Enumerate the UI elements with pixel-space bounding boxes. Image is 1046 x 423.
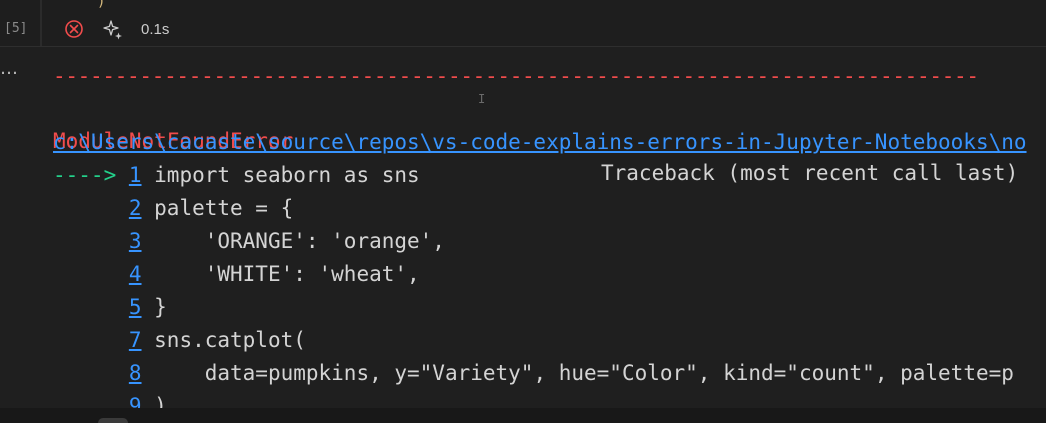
scrollbar-thumb[interactable] xyxy=(98,418,128,423)
code-text: 'ORANGE': 'orange', xyxy=(141,229,445,253)
line-number-link[interactable]: 7 xyxy=(129,328,142,352)
execution-count: [5] xyxy=(4,21,28,36)
code-text: sns.catplot( xyxy=(141,328,306,352)
line-number-link[interactable]: 5 xyxy=(129,295,142,319)
notebook-output-view: ) [5] 0.1s … I -------------------------… xyxy=(0,0,1046,423)
code-text: import seaborn as sns xyxy=(141,163,420,187)
code-line: 5 } xyxy=(53,291,167,323)
code-text: 'WHITE': 'wheat', xyxy=(141,262,420,286)
line-number-link[interactable]: 8 xyxy=(129,361,142,385)
error-circle-icon[interactable] xyxy=(64,19,84,39)
error-arrow: ----> xyxy=(53,163,129,187)
error-header: ModuleNotFoundError Traceback (most rece… xyxy=(53,93,1018,185)
cell-status-bar: ) [5] 0.1s xyxy=(0,0,1046,46)
source-file-link[interactable]: c:\Users\cacaste\source\repos\vs-code-ex… xyxy=(53,126,1027,158)
cell-gutter xyxy=(40,0,42,46)
line-number-link[interactable]: 3 xyxy=(129,229,142,253)
line-number-link[interactable]: 2 xyxy=(129,196,142,220)
error-output: ----------------------------------------… xyxy=(53,60,1046,418)
cell-divider xyxy=(0,46,1046,47)
code-line: ----> 1 import seaborn as sns xyxy=(53,159,420,191)
code-line: 3 'ORANGE': 'orange', xyxy=(53,225,445,257)
previous-code-fragment: ) xyxy=(97,0,106,10)
code-line: 8 data=pumpkins, y="Variety", hue="Color… xyxy=(53,357,1014,389)
more-actions-icon[interactable]: … xyxy=(0,58,19,79)
traceback-header: Traceback (most recent call last) xyxy=(601,161,1019,185)
code-text: data=pumpkins, y="Variety", hue="Color",… xyxy=(141,361,1014,385)
code-text: } xyxy=(141,295,167,319)
line-number-link[interactable]: 1 xyxy=(129,163,142,187)
code-text: palette = { xyxy=(141,196,294,220)
code-line: 2 palette = { xyxy=(53,192,293,224)
code-line: 4 'WHITE': 'wheat', xyxy=(53,258,420,290)
separator-line: ----------------------------------------… xyxy=(53,64,979,88)
code-line: 7 sns.catplot( xyxy=(53,324,306,356)
line-number-link[interactable]: 4 xyxy=(129,262,142,286)
sparkle-icon[interactable] xyxy=(102,19,124,41)
execution-duration: 0.1s xyxy=(141,21,170,38)
horizontal-scrollbar[interactable] xyxy=(0,408,1046,423)
